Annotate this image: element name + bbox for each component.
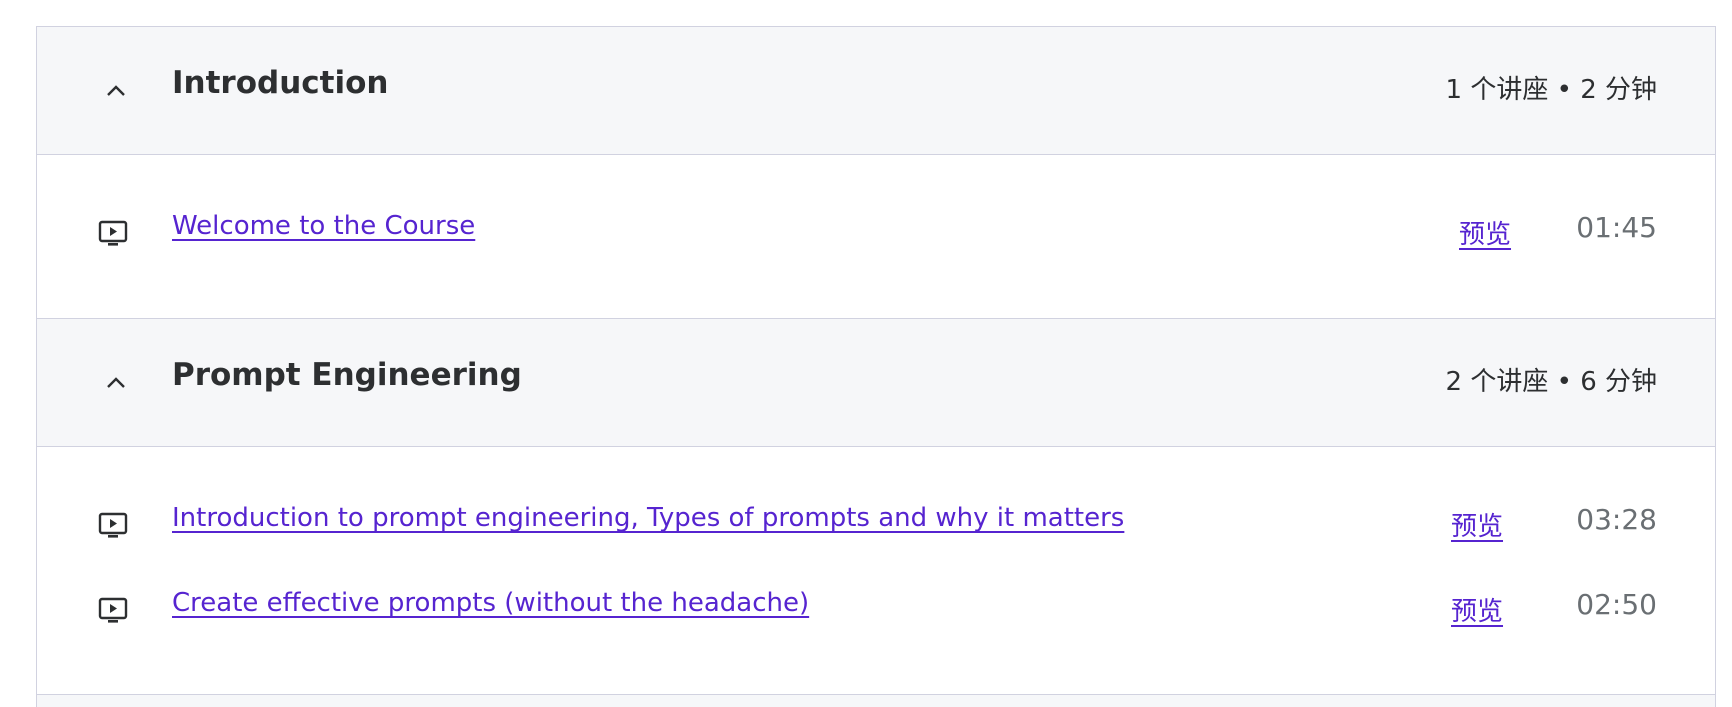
section-title: Introduction [172, 65, 389, 101]
chevron-up-icon [107, 85, 125, 96]
section-title: Prompt Engineering [172, 357, 522, 393]
lecture-duration: 02:50 [1576, 588, 1657, 621]
course-curriculum: Introduction 1 个讲座 • 2 分钟 Welcome to the… [36, 26, 1716, 697]
lecture-title-link[interactable]: Welcome to the Course [172, 211, 475, 241]
play-video-icon [98, 220, 128, 246]
lecture-preview-link[interactable]: 预览 [1459, 214, 1511, 251]
lecture-item: Welcome to the Course 预览 01:45 [37, 211, 1715, 251]
section-lecture-list: Welcome to the Course 预览 01:45 [37, 155, 1715, 319]
chevron-up-icon [107, 377, 125, 388]
section-header-introduction[interactable]: Introduction 1 个讲座 • 2 分钟 [37, 27, 1715, 155]
section-lecture-list: Introduction to prompt engineering, Type… [37, 447, 1715, 697]
section-header-prompt-engineering[interactable]: Prompt Engineering 2 个讲座 • 6 分钟 [37, 319, 1715, 447]
lecture-item: Introduction to prompt engineering, Type… [37, 503, 1715, 543]
section-meta: 2 个讲座 • 6 分钟 [1445, 367, 1657, 397]
lecture-item: Create effective prompts (without the he… [37, 588, 1715, 628]
play-video-icon [98, 597, 128, 623]
lecture-preview-link[interactable]: 预览 [1451, 506, 1503, 543]
lecture-title-link[interactable]: Create effective prompts (without the he… [172, 588, 809, 618]
section-meta: 1 个讲座 • 2 分钟 [1445, 75, 1657, 105]
next-section-header-edge[interactable] [36, 694, 1716, 707]
play-video-icon [98, 512, 128, 538]
lecture-duration: 01:45 [1576, 211, 1657, 244]
lecture-title-link[interactable]: Introduction to prompt engineering, Type… [172, 503, 1124, 533]
lecture-preview-link[interactable]: 预览 [1451, 591, 1503, 628]
lecture-duration: 03:28 [1576, 503, 1657, 536]
